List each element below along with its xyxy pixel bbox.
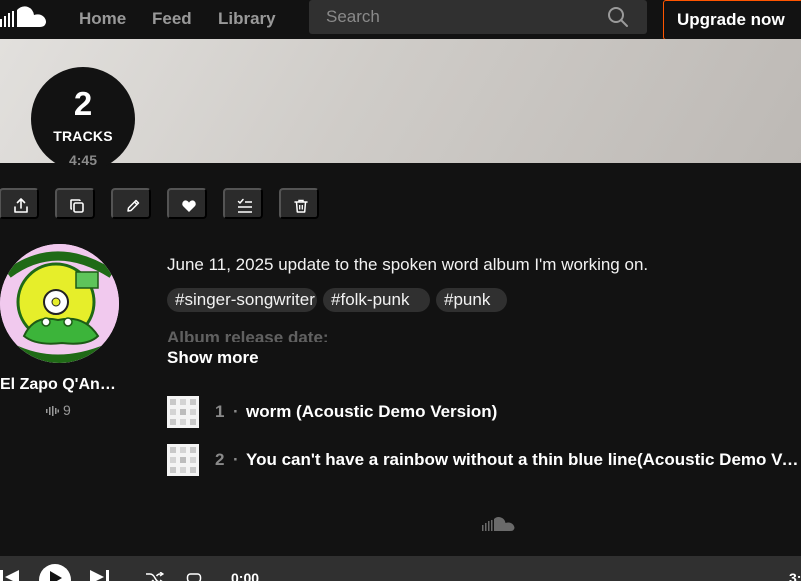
track-separator: · <box>233 402 239 421</box>
nav-home[interactable]: Home <box>79 9 126 29</box>
trash-icon <box>294 199 308 213</box>
tag-label: folk-punk <box>340 290 410 309</box>
playlist-header: 2 TRACKS 4:45 <box>0 39 801 171</box>
tag-label: singer-songwriter <box>184 290 315 309</box>
play-button[interactable] <box>39 564 71 581</box>
delete-button[interactable] <box>279 188 319 219</box>
track-number: 2 <box>215 450 225 469</box>
total-time: 3: <box>789 570 801 581</box>
track-count: 2 <box>73 85 93 122</box>
tag-singer-songwriter[interactable]: #singer-songwriter <box>167 288 317 312</box>
track-separator: · <box>233 450 239 469</box>
artist-name[interactable]: El Zapo Q'Anda Records <box>0 375 119 395</box>
search-box <box>309 0 647 34</box>
track-title[interactable]: worm (Acoustic Demo Version) <box>246 402 801 422</box>
add-to-next-up-icon <box>237 198 252 213</box>
next-track-icon[interactable] <box>89 570 109 581</box>
track-row[interactable]: 1 · worm (Acoustic Demo Version) <box>167 396 801 428</box>
edit-button[interactable] <box>111 188 151 219</box>
upgrade-button[interactable]: Upgrade now <box>663 0 801 40</box>
soundcloud-footer-logo-icon <box>482 517 515 531</box>
copy-icon <box>70 199 84 213</box>
share-icon <box>14 198 28 213</box>
copy-link-button[interactable] <box>55 188 95 219</box>
waveform-icon <box>46 406 59 416</box>
top-navigation: Home Feed Library Upgrade now <box>0 0 801 40</box>
track-row[interactable]: 2 · You can't have a rainbow without a t… <box>167 444 801 476</box>
playlist-description: June 11, 2025 update to the spoken word … <box>167 255 649 274</box>
repeat-icon[interactable] <box>186 572 202 581</box>
artist-avatar[interactable] <box>0 244 119 363</box>
tag-label: punk <box>453 290 491 309</box>
track-title[interactable]: You can't have a rainbow without a thin … <box>246 450 801 470</box>
like-button[interactable] <box>167 188 207 219</box>
tag-folk-punk[interactable]: #folk-punk <box>323 288 430 312</box>
track-artwork[interactable] <box>167 396 199 428</box>
pencil-icon <box>127 199 140 212</box>
track-count-badge: 2 TRACKS 4:45 <box>31 67 135 171</box>
play-icon <box>50 571 62 581</box>
soundcloud-logo-icon[interactable] <box>0 5 48 29</box>
player-bar: 0:00 3: <box>0 556 801 581</box>
add-to-next-up-button[interactable] <box>223 188 263 219</box>
nav-library[interactable]: Library <box>218 9 276 29</box>
track-number: 1 <box>215 402 225 421</box>
search-input[interactable] <box>309 0 599 34</box>
show-more-link[interactable]: Show more <box>167 348 259 368</box>
tracks-label: TRACKS <box>53 128 113 144</box>
previous-track-icon[interactable] <box>0 570 20 581</box>
share-button[interactable] <box>0 188 39 219</box>
nav-feed[interactable]: Feed <box>152 9 192 29</box>
track-artwork[interactable] <box>167 444 199 476</box>
follower-count-value: 9 <box>63 402 71 418</box>
current-time: 0:00 <box>231 570 260 581</box>
record-label-logo <box>0 244 119 363</box>
follower-count[interactable]: 9 <box>46 402 71 418</box>
playlist-duration: 4:45 <box>68 152 98 168</box>
tag-punk[interactable]: #punk <box>436 288 507 312</box>
heart-icon <box>182 200 196 212</box>
release-date-line: Album release date: <box>167 328 329 342</box>
search-icon[interactable] <box>607 6 629 28</box>
shuffle-icon[interactable] <box>146 572 164 581</box>
